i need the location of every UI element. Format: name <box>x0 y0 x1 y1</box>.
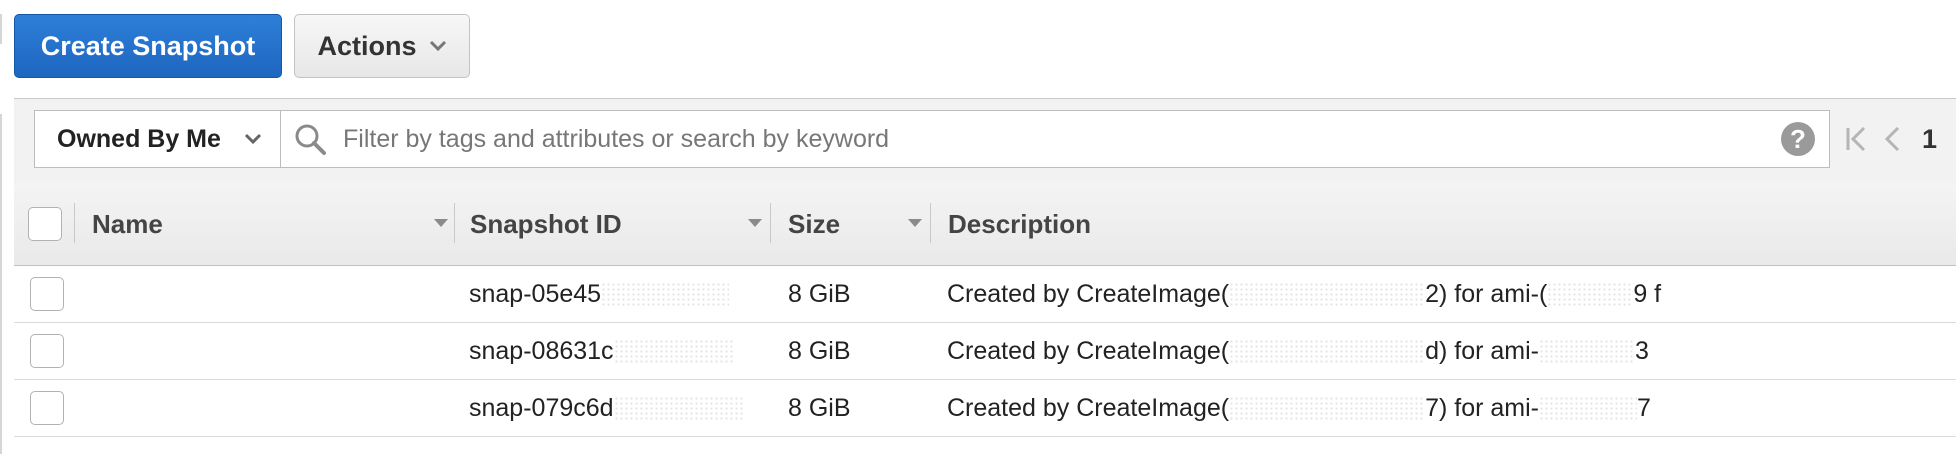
column-header-size[interactable]: Size <box>788 183 840 265</box>
toolbar: Create Snapshot Actions <box>14 14 470 80</box>
description-cell: Created by CreateImage( 7) for ami- 7 <box>947 380 1651 436</box>
size-cell: 8 GiB <box>788 380 851 436</box>
table-header: Name Snapshot ID Size Description <box>14 183 1956 266</box>
owner-filter-select[interactable]: Owned By Me <box>35 111 281 167</box>
column-name-label: Name <box>92 208 163 239</box>
size-text: 8 GiB <box>788 279 851 308</box>
row-checkbox[interactable] <box>30 391 64 425</box>
column-description-label: Description <box>948 208 1092 239</box>
current-page-number: 1 <box>1922 123 1938 154</box>
snapshot-id-cell: snap-08631c <box>469 323 734 379</box>
description-mid-text: 2) for ami-( <box>1425 279 1548 308</box>
snapshot-id-cell: snap-079c6d <box>469 380 744 436</box>
description-mid-text: d) for ami- <box>1425 336 1539 365</box>
description-cell: Created by CreateImage( 2) for ami-( 9 f <box>947 266 1661 322</box>
redacted-area <box>1547 282 1634 306</box>
table-row[interactable]: snap-08631c 8 GiB Created by CreateImage… <box>14 323 1956 380</box>
create-snapshot-button[interactable]: Create Snapshot <box>14 14 282 78</box>
redacted-area <box>613 396 744 420</box>
snapshots-table-panel: Owned By Me ? <box>14 98 1956 437</box>
select-all-checkbox[interactable] <box>28 207 62 241</box>
snapshot-id-text: snap-05e45 <box>469 279 602 308</box>
size-cell: 8 GiB <box>788 266 851 322</box>
sort-caret-icon[interactable] <box>434 219 448 229</box>
description-mid-text: 7) for ami- <box>1425 393 1539 422</box>
redacted-area <box>1539 396 1637 420</box>
column-separator <box>74 203 75 243</box>
actions-label: Actions <box>317 30 417 61</box>
row-checkbox[interactable] <box>30 334 64 368</box>
owner-filter-label: Owned By Me <box>57 124 221 153</box>
chevron-down-icon <box>244 133 262 145</box>
search-icon <box>295 124 326 155</box>
help-symbol: ? <box>1790 123 1806 154</box>
size-text: 8 GiB <box>788 393 851 422</box>
help-icon[interactable]: ? <box>1781 122 1815 156</box>
column-size-label: Size <box>788 208 841 239</box>
redacted-area <box>613 339 734 363</box>
column-header-snapshot-id[interactable]: Snapshot ID <box>470 183 622 265</box>
first-page-icon[interactable] <box>1844 124 1868 154</box>
chevron-down-icon <box>429 40 446 52</box>
snapshot-id-text: snap-08631c <box>469 336 614 365</box>
column-snapshot-id-label: Snapshot ID <box>470 208 622 239</box>
snapshots-page: Create Snapshot Actions Owned By Me Filt… <box>0 0 1956 458</box>
filter-box: Owned By Me ? <box>34 110 1830 168</box>
redacted-area <box>1229 339 1426 363</box>
column-header-description[interactable]: Description <box>948 183 1091 265</box>
redacted-area <box>1539 339 1635 363</box>
row-checkbox[interactable] <box>30 277 64 311</box>
column-separator <box>454 203 455 243</box>
create-snapshot-label: Create Snapshot <box>40 30 256 61</box>
description-end-text: 9 f <box>1633 279 1662 308</box>
snapshot-id-cell: snap-05e45 <box>469 266 730 322</box>
description-start-text: Created by CreateImage( <box>947 279 1230 308</box>
sort-caret-icon[interactable] <box>748 219 762 229</box>
left-edge-mark <box>0 14 2 44</box>
sort-caret-icon[interactable] <box>908 219 922 229</box>
left-edge-line <box>0 114 2 454</box>
size-text: 8 GiB <box>788 336 851 365</box>
column-header-name[interactable]: Name <box>92 183 163 265</box>
table-row[interactable]: snap-05e45 8 GiB Created by CreateImage(… <box>14 266 1956 323</box>
redacted-area <box>601 282 730 306</box>
description-end-text: 3 <box>1635 336 1649 365</box>
redacted-area <box>1229 282 1426 306</box>
size-cell: 8 GiB <box>788 323 851 379</box>
description-start-text: Created by CreateImage( <box>947 393 1230 422</box>
column-separator <box>770 203 771 243</box>
description-start-text: Created by CreateImage( <box>947 336 1230 365</box>
filter-bar: Owned By Me ? <box>14 99 1956 184</box>
description-cell: Created by CreateImage( d) for ami- 3 <box>947 323 1649 379</box>
column-separator <box>930 203 931 243</box>
prev-page-icon[interactable] <box>1882 124 1904 154</box>
table-row[interactable]: snap-079c6d 8 GiB Created by CreateImage… <box>14 380 1956 437</box>
description-end-text: 7 <box>1637 393 1651 422</box>
actions-dropdown-button[interactable]: Actions <box>294 14 470 78</box>
pagination: 1 <box>1844 110 1937 168</box>
search-input[interactable] <box>341 110 1781 168</box>
snapshot-id-text: snap-079c6d <box>469 393 614 422</box>
redacted-area <box>1229 396 1426 420</box>
